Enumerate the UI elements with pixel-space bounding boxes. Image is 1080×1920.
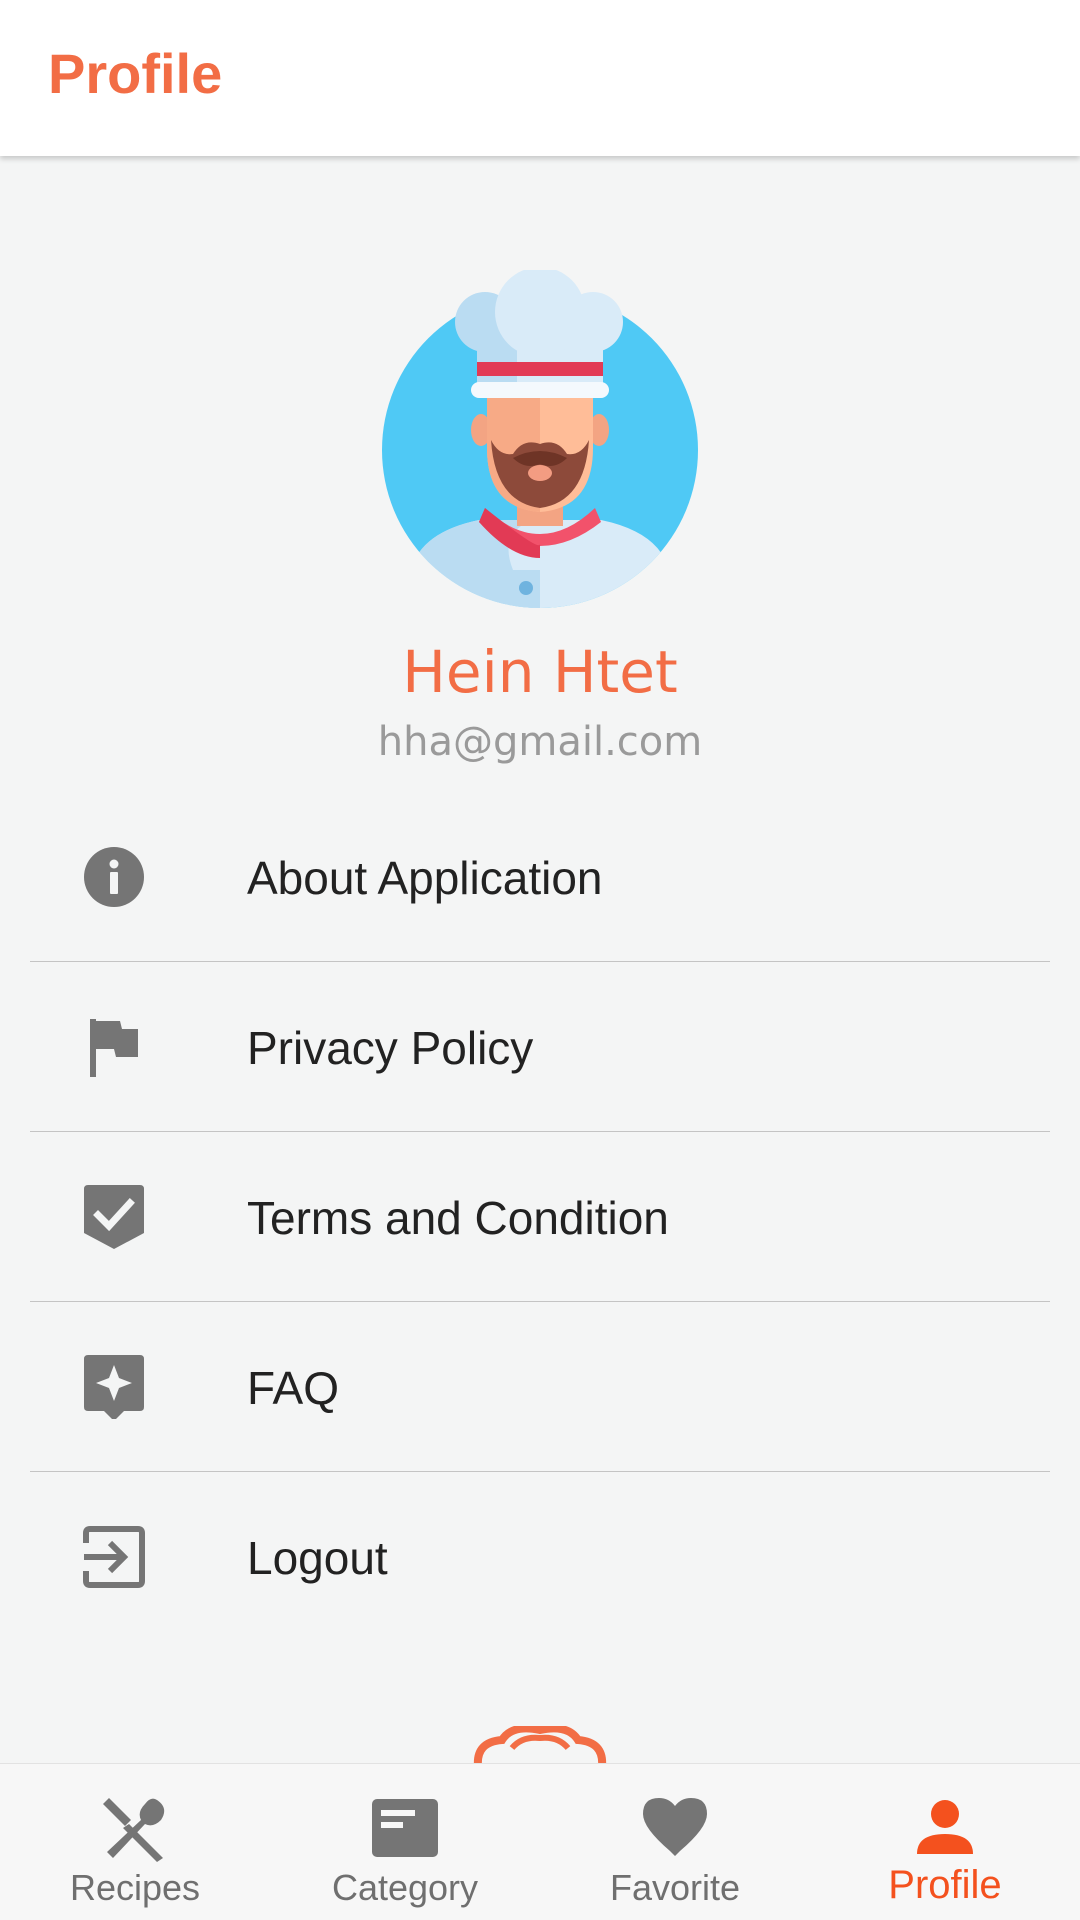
page-title: Profile [48,42,223,105]
nav-tab-recipes[interactable]: Recipes [0,1764,270,1920]
chef-avatar-icon [381,267,699,610]
bottom-navigation: Recipes Category Favorite Profile [0,1763,1080,1920]
nav-label: Favorite [609,1867,741,1908]
category-card-icon [371,1794,439,1862]
menu-item-about-application[interactable]: About Application [30,792,1050,962]
nav-label: Category [331,1867,479,1908]
menu-item-logout[interactable]: Logout [30,1472,1050,1642]
profile-menu: About Application Privacy Policy Terms a… [30,792,1050,1642]
logout-icon [82,1525,146,1589]
user-name: Hein Htet [402,638,678,706]
user-email: hha@gmail.com [377,719,703,765]
nav-tab-category[interactable]: Category [270,1764,540,1920]
heart-icon [641,1794,709,1862]
app-bar: Profile [0,0,1080,156]
flag-icon [82,1015,146,1079]
nav-tab-profile[interactable]: Profile [810,1764,1080,1920]
feedback-star-icon [82,1355,146,1421]
profile-screen: Profile Hein Htet hha@gmail.com About Ap… [0,0,1080,1920]
shield-check-icon [82,1185,146,1249]
menu-item-label: About Application [247,852,603,904]
nav-label: Recipes [69,1867,201,1908]
nav-tab-favorite[interactable]: Favorite [540,1764,810,1920]
menu-item-terms-and-condition[interactable]: Terms and Condition [30,1132,1050,1302]
utensils-icon [101,1794,169,1862]
nav-label: Profile [888,1863,1002,1907]
info-icon [82,845,146,909]
menu-item-label: Terms and Condition [247,1192,669,1244]
chef-hat-logo-icon [472,1724,608,1767]
person-icon [911,1794,979,1862]
menu-item-faq[interactable]: FAQ [30,1302,1050,1472]
menu-item-label: Logout [247,1532,388,1584]
menu-item-label: FAQ [247,1362,340,1414]
menu-item-label: Privacy Policy [247,1022,534,1074]
menu-item-privacy-policy[interactable]: Privacy Policy [30,962,1050,1132]
